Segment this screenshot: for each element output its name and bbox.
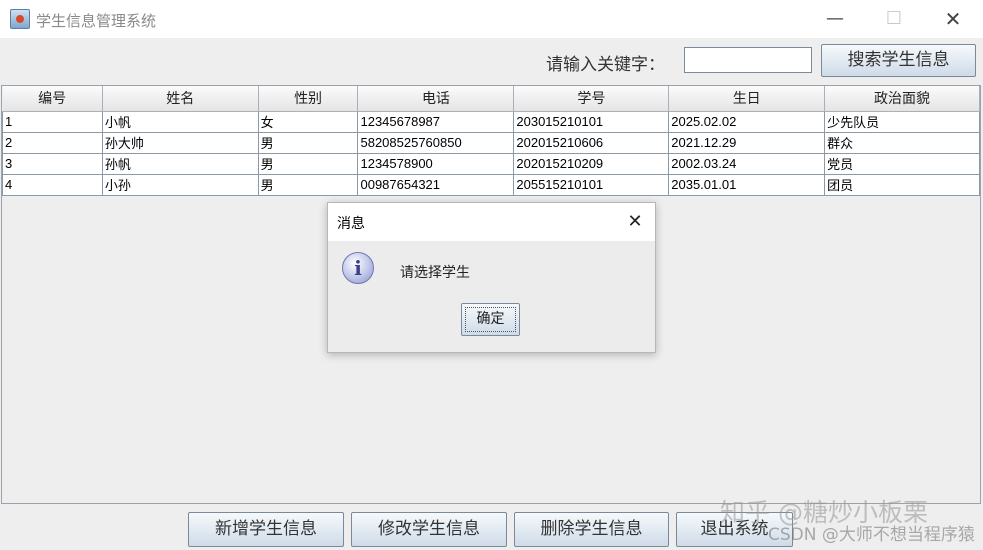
search-input[interactable]: [684, 47, 812, 73]
info-icon: i: [342, 252, 374, 284]
cell-birthday[interactable]: 2021.12.29: [668, 132, 826, 154]
cell-political-status[interactable]: 群众: [824, 132, 980, 154]
search-button[interactable]: 搜索学生信息: [821, 44, 976, 77]
table-row[interactable]: 4 小孙 男 00987654321 205515210101 2035.01.…: [2, 174, 980, 196]
column-header-student-no[interactable]: 学号: [513, 86, 670, 112]
table-header-row: 编号 姓名 性别 电话 学号 生日 政治面貌: [2, 86, 980, 112]
cell-id[interactable]: 3: [2, 153, 103, 175]
cell-gender[interactable]: 男: [257, 132, 359, 154]
add-student-button[interactable]: 新增学生信息: [188, 512, 344, 547]
cell-id[interactable]: 2: [2, 132, 103, 154]
cell-student-no[interactable]: 202015210209: [513, 153, 670, 175]
java-app-icon: [10, 9, 30, 29]
table-row[interactable]: 2 孙大帅 男 58208525760850 202015210606 2021…: [2, 132, 980, 154]
dialog-close-button[interactable]: ✕: [622, 209, 648, 235]
column-header-birthday[interactable]: 生日: [668, 86, 826, 112]
edit-student-button[interactable]: 修改学生信息: [351, 512, 507, 547]
cell-birthday[interactable]: 2035.01.01: [668, 174, 826, 196]
cell-birthday[interactable]: 2002.03.24: [668, 153, 826, 175]
dialog-title: 消息: [337, 216, 365, 232]
csdn-watermark: CSDN @大师不想当程序猿: [768, 525, 975, 545]
minimize-button[interactable]: —: [806, 0, 864, 38]
column-header-name[interactable]: 姓名: [102, 86, 259, 112]
search-label: 请输入关键字：: [546, 55, 665, 75]
cell-political-status[interactable]: 团员: [824, 174, 980, 196]
column-header-id[interactable]: 编号: [2, 86, 103, 112]
cell-political-status[interactable]: 少先队员: [824, 111, 980, 133]
cell-phone[interactable]: 58208525760850: [357, 132, 515, 154]
column-header-phone[interactable]: 电话: [357, 86, 515, 112]
message-dialog: 消息 ✕ i 请选择学生 确定: [327, 202, 656, 353]
table-row[interactable]: 1 小帆 女 12345678987 203015210101 2025.02.…: [2, 111, 980, 133]
cell-id[interactable]: 4: [2, 174, 103, 196]
cell-gender[interactable]: 女: [257, 111, 359, 133]
cell-student-no[interactable]: 205515210101: [513, 174, 670, 196]
student-table: 编号 姓名 性别 电话 学号 生日 政治面貌 1 小帆 女 1234567898…: [2, 86, 980, 196]
cell-student-no[interactable]: 203015210101: [513, 111, 670, 133]
delete-student-button[interactable]: 删除学生信息: [514, 512, 669, 547]
window-title: 学生信息管理系统: [36, 12, 157, 30]
cell-student-no[interactable]: 202015210606: [513, 132, 670, 154]
cell-phone[interactable]: 00987654321: [357, 174, 515, 196]
cell-phone[interactable]: 12345678987: [357, 111, 515, 133]
cell-name[interactable]: 小帆: [101, 111, 259, 133]
exit-system-button[interactable]: 退出系统: [676, 512, 793, 547]
close-window-button[interactable]: ✕: [924, 0, 982, 38]
cell-gender[interactable]: 男: [257, 153, 359, 175]
cell-birthday[interactable]: 2025.02.02: [668, 111, 826, 133]
cell-gender[interactable]: 男: [257, 174, 359, 196]
cell-political-status[interactable]: 党员: [824, 153, 980, 175]
maximize-button[interactable]: ☐: [865, 0, 923, 38]
cell-phone[interactable]: 1234578900: [357, 153, 515, 175]
ok-button[interactable]: 确定: [461, 303, 520, 336]
dialog-title-bar[interactable]: 消息 ✕: [328, 203, 655, 241]
table-row[interactable]: 3 孙帆 男 1234578900 202015210209 2002.03.2…: [2, 153, 980, 175]
column-header-political-status[interactable]: 政治面貌: [824, 86, 980, 112]
ok-button-label: 确定: [465, 307, 516, 332]
cell-id[interactable]: 1: [2, 111, 103, 133]
cell-name[interactable]: 孙帆: [101, 153, 259, 175]
dialog-message: 请选择学生: [400, 265, 470, 281]
cell-name[interactable]: 小孙: [101, 174, 259, 196]
cell-name[interactable]: 孙大帅: [101, 132, 259, 154]
column-header-gender[interactable]: 性别: [258, 86, 359, 112]
title-bar: 学生信息管理系统 — ☐ ✕: [0, 0, 983, 38]
